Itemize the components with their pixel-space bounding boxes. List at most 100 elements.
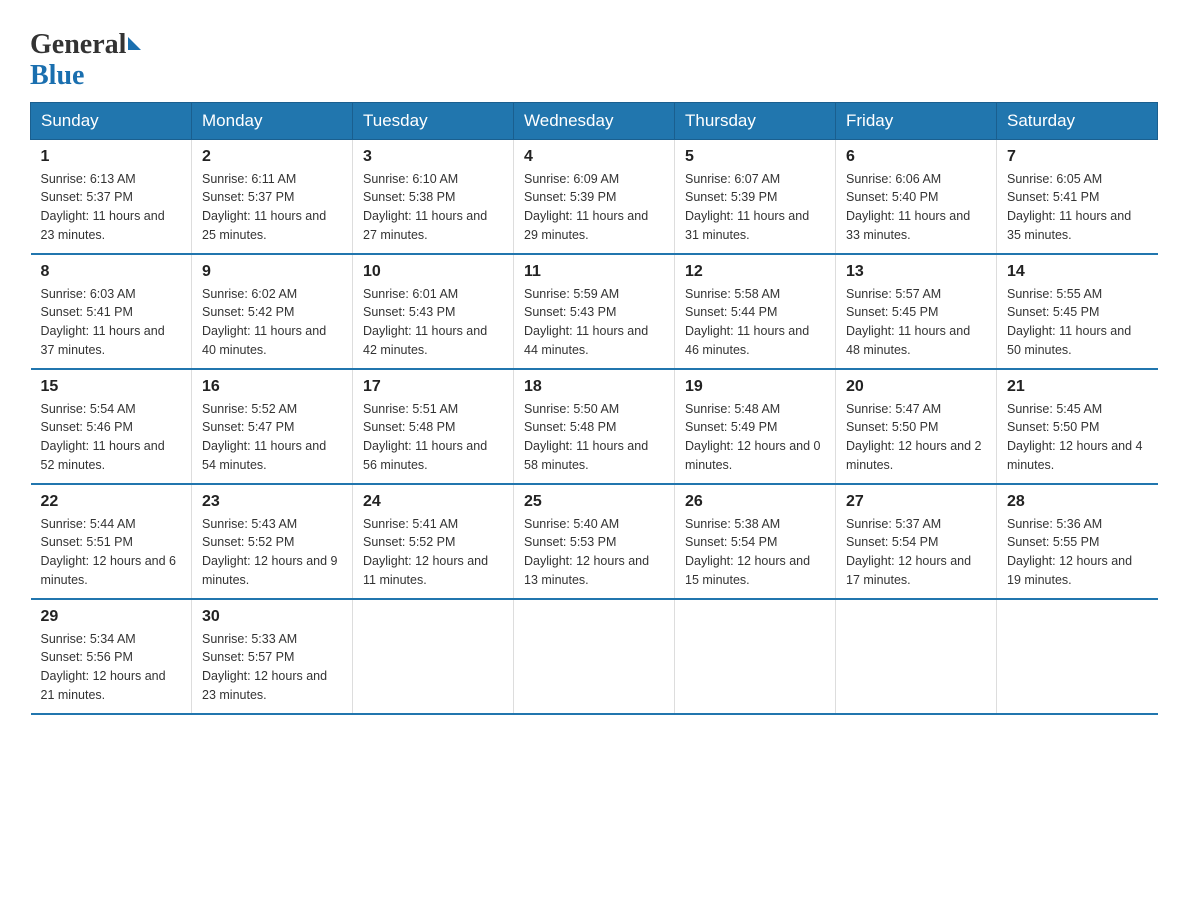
weekday-header-saturday: Saturday <box>997 102 1158 139</box>
calendar-cell <box>997 599 1158 714</box>
logo-blue-text: Blue <box>30 60 84 91</box>
logo-triangle-icon <box>128 37 141 50</box>
calendar-body: 1 Sunrise: 6:13 AMSunset: 5:37 PMDayligh… <box>31 139 1158 714</box>
logo: General Blue <box>30 30 141 92</box>
day-info: Sunrise: 5:52 AMSunset: 5:47 PMDaylight:… <box>202 402 326 472</box>
calendar-cell: 28 Sunrise: 5:36 AMSunset: 5:55 PMDaylig… <box>997 484 1158 599</box>
weekday-header-sunday: Sunday <box>31 102 192 139</box>
calendar-cell: 11 Sunrise: 5:59 AMSunset: 5:43 PMDaylig… <box>514 254 675 369</box>
day-info: Sunrise: 5:55 AMSunset: 5:45 PMDaylight:… <box>1007 287 1131 357</box>
day-info: Sunrise: 5:58 AMSunset: 5:44 PMDaylight:… <box>685 287 809 357</box>
calendar-cell: 29 Sunrise: 5:34 AMSunset: 5:56 PMDaylig… <box>31 599 192 714</box>
day-info: Sunrise: 6:11 AMSunset: 5:37 PMDaylight:… <box>202 172 326 242</box>
weekday-header-tuesday: Tuesday <box>353 102 514 139</box>
day-info: Sunrise: 5:45 AMSunset: 5:50 PMDaylight:… <box>1007 402 1143 472</box>
calendar-cell: 9 Sunrise: 6:02 AMSunset: 5:42 PMDayligh… <box>192 254 353 369</box>
day-number: 2 <box>202 148 342 166</box>
day-info: Sunrise: 6:09 AMSunset: 5:39 PMDaylight:… <box>524 172 648 242</box>
day-number: 6 <box>846 148 986 166</box>
day-number: 8 <box>41 263 182 281</box>
calendar-header: SundayMondayTuesdayWednesdayThursdayFrid… <box>31 102 1158 139</box>
calendar-cell: 20 Sunrise: 5:47 AMSunset: 5:50 PMDaylig… <box>836 369 997 484</box>
day-number: 14 <box>1007 263 1148 281</box>
day-number: 7 <box>1007 148 1148 166</box>
day-number: 5 <box>685 148 825 166</box>
day-info: Sunrise: 6:07 AMSunset: 5:39 PMDaylight:… <box>685 172 809 242</box>
weekday-header-row: SundayMondayTuesdayWednesdayThursdayFrid… <box>31 102 1158 139</box>
calendar-week-row: 29 Sunrise: 5:34 AMSunset: 5:56 PMDaylig… <box>31 599 1158 714</box>
calendar-week-row: 22 Sunrise: 5:44 AMSunset: 5:51 PMDaylig… <box>31 484 1158 599</box>
day-number: 30 <box>202 608 342 626</box>
weekday-header-monday: Monday <box>192 102 353 139</box>
day-number: 28 <box>1007 493 1148 511</box>
day-info: Sunrise: 5:38 AMSunset: 5:54 PMDaylight:… <box>685 517 810 587</box>
day-number: 16 <box>202 378 342 396</box>
day-info: Sunrise: 5:50 AMSunset: 5:48 PMDaylight:… <box>524 402 648 472</box>
calendar-cell: 14 Sunrise: 5:55 AMSunset: 5:45 PMDaylig… <box>997 254 1158 369</box>
day-number: 21 <box>1007 378 1148 396</box>
calendar-table: SundayMondayTuesdayWednesdayThursdayFrid… <box>30 102 1158 715</box>
weekday-header-thursday: Thursday <box>675 102 836 139</box>
day-number: 22 <box>41 493 182 511</box>
calendar-cell: 23 Sunrise: 5:43 AMSunset: 5:52 PMDaylig… <box>192 484 353 599</box>
day-info: Sunrise: 6:03 AMSunset: 5:41 PMDaylight:… <box>41 287 165 357</box>
calendar-cell: 1 Sunrise: 6:13 AMSunset: 5:37 PMDayligh… <box>31 139 192 254</box>
day-info: Sunrise: 5:36 AMSunset: 5:55 PMDaylight:… <box>1007 517 1132 587</box>
day-info: Sunrise: 5:54 AMSunset: 5:46 PMDaylight:… <box>41 402 165 472</box>
calendar-cell <box>514 599 675 714</box>
day-number: 29 <box>41 608 182 626</box>
day-info: Sunrise: 5:51 AMSunset: 5:48 PMDaylight:… <box>363 402 487 472</box>
day-info: Sunrise: 5:40 AMSunset: 5:53 PMDaylight:… <box>524 517 649 587</box>
day-info: Sunrise: 5:44 AMSunset: 5:51 PMDaylight:… <box>41 517 177 587</box>
calendar-cell: 5 Sunrise: 6:07 AMSunset: 5:39 PMDayligh… <box>675 139 836 254</box>
day-info: Sunrise: 5:48 AMSunset: 5:49 PMDaylight:… <box>685 402 821 472</box>
calendar-week-row: 1 Sunrise: 6:13 AMSunset: 5:37 PMDayligh… <box>31 139 1158 254</box>
header: General Blue <box>30 20 1158 92</box>
calendar-cell: 30 Sunrise: 5:33 AMSunset: 5:57 PMDaylig… <box>192 599 353 714</box>
day-number: 26 <box>685 493 825 511</box>
day-info: Sunrise: 6:10 AMSunset: 5:38 PMDaylight:… <box>363 172 487 242</box>
day-number: 10 <box>363 263 503 281</box>
calendar-cell: 22 Sunrise: 5:44 AMSunset: 5:51 PMDaylig… <box>31 484 192 599</box>
day-number: 3 <box>363 148 503 166</box>
calendar-cell: 4 Sunrise: 6:09 AMSunset: 5:39 PMDayligh… <box>514 139 675 254</box>
day-number: 4 <box>524 148 664 166</box>
day-info: Sunrise: 5:59 AMSunset: 5:43 PMDaylight:… <box>524 287 648 357</box>
weekday-header-wednesday: Wednesday <box>514 102 675 139</box>
calendar-cell <box>675 599 836 714</box>
day-info: Sunrise: 6:05 AMSunset: 5:41 PMDaylight:… <box>1007 172 1131 242</box>
day-number: 19 <box>685 378 825 396</box>
day-number: 18 <box>524 378 664 396</box>
day-number: 9 <box>202 263 342 281</box>
calendar-week-row: 15 Sunrise: 5:54 AMSunset: 5:46 PMDaylig… <box>31 369 1158 484</box>
day-number: 13 <box>846 263 986 281</box>
day-number: 11 <box>524 263 664 281</box>
calendar-cell: 8 Sunrise: 6:03 AMSunset: 5:41 PMDayligh… <box>31 254 192 369</box>
calendar-cell: 21 Sunrise: 5:45 AMSunset: 5:50 PMDaylig… <box>997 369 1158 484</box>
day-number: 17 <box>363 378 503 396</box>
day-info: Sunrise: 5:47 AMSunset: 5:50 PMDaylight:… <box>846 402 982 472</box>
calendar-cell: 24 Sunrise: 5:41 AMSunset: 5:52 PMDaylig… <box>353 484 514 599</box>
day-info: Sunrise: 6:02 AMSunset: 5:42 PMDaylight:… <box>202 287 326 357</box>
day-info: Sunrise: 5:33 AMSunset: 5:57 PMDaylight:… <box>202 632 327 702</box>
day-info: Sunrise: 6:13 AMSunset: 5:37 PMDaylight:… <box>41 172 165 242</box>
calendar-cell: 10 Sunrise: 6:01 AMSunset: 5:43 PMDaylig… <box>353 254 514 369</box>
calendar-cell: 25 Sunrise: 5:40 AMSunset: 5:53 PMDaylig… <box>514 484 675 599</box>
calendar-cell <box>836 599 997 714</box>
calendar-cell: 18 Sunrise: 5:50 AMSunset: 5:48 PMDaylig… <box>514 369 675 484</box>
day-number: 23 <box>202 493 342 511</box>
calendar-cell: 19 Sunrise: 5:48 AMSunset: 5:49 PMDaylig… <box>675 369 836 484</box>
weekday-header-friday: Friday <box>836 102 997 139</box>
day-number: 20 <box>846 378 986 396</box>
calendar-cell: 15 Sunrise: 5:54 AMSunset: 5:46 PMDaylig… <box>31 369 192 484</box>
day-number: 12 <box>685 263 825 281</box>
calendar-cell: 7 Sunrise: 6:05 AMSunset: 5:41 PMDayligh… <box>997 139 1158 254</box>
day-number: 27 <box>846 493 986 511</box>
calendar-cell: 17 Sunrise: 5:51 AMSunset: 5:48 PMDaylig… <box>353 369 514 484</box>
calendar-cell: 2 Sunrise: 6:11 AMSunset: 5:37 PMDayligh… <box>192 139 353 254</box>
day-info: Sunrise: 5:41 AMSunset: 5:52 PMDaylight:… <box>363 517 488 587</box>
day-info: Sunrise: 6:06 AMSunset: 5:40 PMDaylight:… <box>846 172 970 242</box>
calendar-cell: 16 Sunrise: 5:52 AMSunset: 5:47 PMDaylig… <box>192 369 353 484</box>
calendar-cell <box>353 599 514 714</box>
day-info: Sunrise: 5:34 AMSunset: 5:56 PMDaylight:… <box>41 632 166 702</box>
